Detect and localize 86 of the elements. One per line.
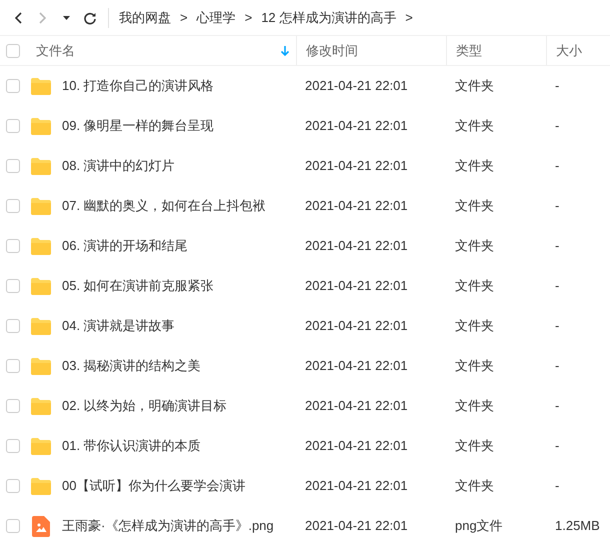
file-size: -: [554, 238, 560, 254]
dropdown-icon: [62, 16, 70, 20]
file-type: 文件夹: [454, 318, 494, 334]
file-size: -: [554, 358, 560, 374]
file-name[interactable]: 07. 幽默的奥义，如何在台上抖包袱: [62, 196, 266, 216]
file-name[interactable]: 00【试听】你为什么要学会演讲: [62, 476, 246, 496]
file-size: -: [554, 318, 560, 334]
row-checkbox[interactable]: [6, 239, 20, 253]
row-checkbox[interactable]: [6, 519, 20, 533]
row-checkbox[interactable]: [6, 359, 20, 373]
file-type: 文件夹: [454, 358, 494, 374]
folder-icon: [31, 278, 51, 294]
file-name[interactable]: 05. 如何在演讲前克服紧张: [62, 276, 214, 296]
file-type: 文件夹: [454, 118, 494, 134]
file-type: png文件: [454, 518, 503, 534]
row-checkbox[interactable]: [6, 159, 20, 173]
modified-time: 2021-04-21 22:01: [304, 358, 408, 374]
file-type: 文件夹: [454, 238, 494, 254]
row-checkbox[interactable]: [6, 279, 20, 293]
file-type: 文件夹: [454, 198, 494, 214]
folder-icon: [31, 78, 51, 94]
column-header[interactable]: 文件名: [36, 40, 75, 60]
breadcrumb-link[interactable]: 12 怎样成为演讲的高手: [261, 8, 396, 28]
file-size: -: [554, 198, 560, 214]
modified-time: 2021-04-21 22:01: [304, 118, 408, 134]
row-checkbox[interactable]: [6, 119, 20, 133]
folder-icon: [31, 198, 51, 214]
file-type: 文件夹: [454, 278, 494, 294]
file-size: -: [554, 78, 560, 94]
row-checkbox[interactable]: [6, 319, 20, 333]
file-size: 1.25MB: [554, 518, 600, 534]
column-header[interactable]: 大小: [556, 40, 582, 60]
image-file-icon: [32, 516, 50, 536]
folder-icon: [31, 158, 51, 174]
file-name[interactable]: 08. 演讲中的幻灯片: [62, 156, 175, 176]
folder-icon: [31, 358, 51, 374]
file-type: 文件夹: [454, 438, 494, 454]
back-icon: [14, 12, 22, 24]
modified-time: 2021-04-21 22:01: [304, 518, 408, 534]
folder-icon: [31, 478, 51, 494]
file-name[interactable]: 10. 打造你自己的演讲风格: [62, 76, 214, 96]
column-header[interactable]: 类型: [456, 40, 482, 60]
folder-icon: [31, 118, 51, 134]
breadcrumb-link[interactable]: 心理学: [196, 8, 236, 28]
file-type: 文件夹: [454, 478, 494, 494]
file-size: -: [554, 118, 560, 134]
row-checkbox[interactable]: [6, 199, 20, 213]
row-checkbox[interactable]: [6, 479, 20, 493]
row-checkbox[interactable]: [6, 399, 20, 413]
select-all-checkbox[interactable]: [6, 44, 20, 58]
modified-time: 2021-04-21 22:01: [304, 198, 408, 214]
breadcrumb-separator: >: [405, 8, 413, 27]
folder-icon: [31, 318, 51, 334]
file-name[interactable]: 06. 演讲的开场和结尾: [62, 236, 188, 256]
file-type: 文件夹: [454, 398, 494, 414]
row-checkbox[interactable]: [6, 79, 20, 93]
folder-icon: [31, 398, 51, 414]
file-name[interactable]: 09. 像明星一样的舞台呈现: [62, 116, 214, 136]
file-type: 文件夹: [454, 78, 494, 94]
file-name[interactable]: 02. 以终为始，明确演讲目标: [62, 396, 227, 416]
file-size: -: [554, 398, 560, 414]
modified-time: 2021-04-21 22:01: [304, 318, 408, 334]
breadcrumb-separator: >: [180, 8, 188, 27]
file-size: -: [554, 158, 560, 174]
file-name[interactable]: 王雨豪·《怎样成为演讲的高手》.png: [62, 516, 274, 536]
modified-time: 2021-04-21 22:01: [304, 78, 408, 94]
forward-icon: [38, 12, 46, 24]
file-name[interactable]: 04. 演讲就是讲故事: [62, 316, 175, 336]
row-checkbox[interactable]: [6, 439, 20, 453]
modified-time: 2021-04-21 22:01: [304, 478, 408, 494]
file-name[interactable]: 03. 揭秘演讲的结构之美: [62, 356, 201, 376]
folder-icon: [31, 238, 51, 254]
folder-icon: [31, 438, 51, 454]
modified-time: 2021-04-21 22:01: [304, 238, 408, 254]
modified-time: 2021-04-21 22:01: [304, 158, 408, 174]
modified-time: 2021-04-21 22:01: [304, 438, 408, 454]
breadcrumb-link[interactable]: 我的网盘: [119, 8, 171, 28]
file-size: -: [554, 438, 560, 454]
file-type: 文件夹: [454, 158, 494, 174]
modified-time: 2021-04-21 22:01: [304, 278, 408, 294]
file-name[interactable]: 01. 带你认识演讲的本质: [62, 436, 201, 456]
modified-time: 2021-04-21 22:01: [304, 398, 408, 414]
file-size: -: [554, 478, 560, 494]
column-header[interactable]: 修改时间: [306, 40, 358, 60]
file-size: -: [554, 278, 560, 294]
breadcrumb-separator: >: [244, 8, 252, 27]
